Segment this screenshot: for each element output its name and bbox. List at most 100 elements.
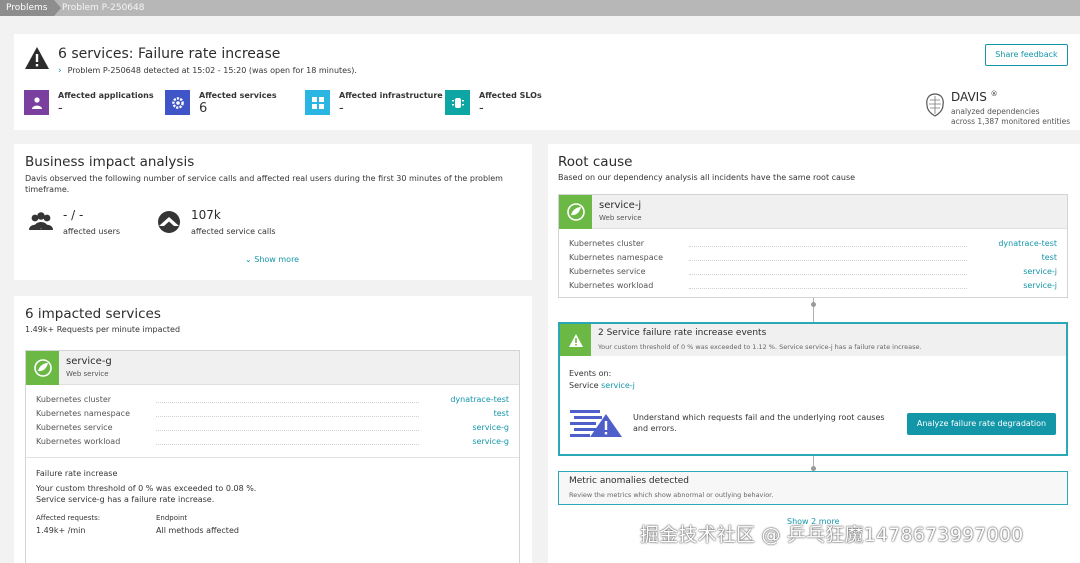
prop-value-link[interactable]: service-g	[472, 423, 509, 432]
prop-value-link[interactable]: service-g	[472, 437, 509, 446]
events-service-link[interactable]: service-j	[601, 381, 635, 390]
connector-dot	[811, 302, 816, 307]
breadcrumb-current: Problem P-250648	[62, 3, 145, 13]
service-prop-namespace: Kubernetes namespace test	[36, 409, 509, 422]
affected-users-label: affected users	[63, 227, 121, 236]
affected-slos-label: Affected SLOs	[479, 91, 542, 100]
problem-subtitle[interactable]: › Problem P-250648 detected at 15:02 - 15…	[58, 66, 357, 76]
service-prop-workload: Kubernetes workload service-g	[36, 437, 509, 450]
impacted-service-card[interactable]: service-g Web service Kubernetes cluster…	[25, 350, 520, 563]
prop-key: Kubernetes namespace	[36, 409, 130, 418]
service-type: Web service	[66, 370, 109, 378]
prop-key: Kubernetes cluster	[36, 395, 112, 404]
prop-value-link[interactable]: service-j	[1023, 267, 1057, 276]
prop-value-link[interactable]: dynatrace-test	[450, 395, 509, 404]
events-service: Service service-j	[569, 381, 635, 390]
spring-service-icon	[26, 351, 59, 385]
failure-events-panel[interactable]: 2 Service failure rate increase events Y…	[558, 322, 1068, 456]
show-more-text: Show more	[254, 255, 300, 264]
service-header[interactable]: service-j Web service	[559, 195, 1067, 229]
prop-key: Kubernetes workload	[36, 437, 121, 446]
affected-services-value: 6	[199, 101, 208, 116]
affected-applications[interactable]: Affected applications -	[24, 90, 164, 116]
impacted-services-subtitle: 1.49k+ Requests per minute impacted	[25, 325, 181, 334]
business-impact-title: Business impact analysis	[25, 154, 195, 170]
service-prop-service: Kubernetes service service-g	[36, 423, 509, 436]
affected-slos-value: -	[479, 101, 484, 116]
page-title: 6 services: Failure rate increase	[58, 46, 281, 62]
root-cause-card: Root cause Based on our dependency analy…	[548, 144, 1080, 563]
events-header[interactable]: 2 Service failure rate increase events Y…	[560, 324, 1066, 356]
davis-summary: DAVIS ® analyzed dependencies across 1,3…	[924, 90, 1074, 126]
prop-key: Kubernetes namespace	[569, 253, 663, 262]
affected-calls-metric: 107k affected service calls	[155, 208, 315, 240]
analyze-failure-rate-button[interactable]: Analyze failure rate degradation	[907, 413, 1056, 435]
affected-infrastructure[interactable]: Affected infrastructure -	[305, 90, 445, 116]
failure-rate-title: Failure rate increase	[36, 469, 118, 478]
affected-services-label: Affected services	[199, 91, 277, 100]
spring-service-icon	[559, 195, 592, 229]
davis-name: DAVIS ®	[951, 90, 998, 104]
problem-detected-text: Problem P-250648 detected at 15:02 - 15:…	[67, 66, 357, 75]
root-cause-subtitle: Based on our dependency analysis all inc…	[558, 173, 856, 182]
service-type: Web service	[599, 214, 642, 222]
affected-users-metric: - / - affected users	[27, 208, 157, 240]
affected-infrastructure-value: -	[339, 101, 344, 116]
endpoint-label: Endpoint	[156, 514, 188, 522]
davis-name-text: DAVIS	[951, 90, 987, 104]
service-name[interactable]: service-g	[66, 356, 112, 367]
affected-requests-value: 1.49k+ /min	[36, 526, 86, 535]
prop-value-link[interactable]: test	[494, 409, 509, 418]
affected-infrastructure-label: Affected infrastructure	[339, 91, 443, 100]
service-prop-namespace: Kubernetes namespace test	[569, 253, 1057, 266]
prop-key: Kubernetes workload	[569, 281, 654, 290]
service-header[interactable]: service-g Web service	[26, 351, 519, 385]
service-prop-service: Kubernetes service service-j	[569, 267, 1057, 280]
service-prop-cluster: Kubernetes cluster dynatrace-test	[36, 395, 509, 408]
metric-anomalies-description: Review the metrics which show abnormal o…	[569, 491, 774, 499]
users-icon	[29, 212, 53, 230]
warning-icon	[560, 324, 591, 356]
metric-anomalies-panel[interactable]: Metric anomalies detected Review the met…	[558, 471, 1068, 505]
root-cause-service-card[interactable]: service-j Web service Kubernetes cluster…	[558, 194, 1068, 298]
events-title: 2 Service failure rate increase events	[598, 328, 767, 338]
impacted-services-card: 6 impacted services 1.49k+ Requests per …	[14, 296, 532, 563]
prop-value-link[interactable]: dynatrace-test	[998, 239, 1057, 248]
affected-services[interactable]: Affected services 6	[165, 90, 305, 116]
affected-users-value: - / -	[63, 208, 84, 222]
watermark: 掘金技术社区 @ 乒乓狂魔1478673997000	[640, 524, 1024, 546]
service-name[interactable]: service-j	[599, 200, 641, 211]
events-service-prefix: Service	[569, 381, 599, 390]
failure-rate-line2: Service service-g has a failure rate inc…	[36, 495, 215, 504]
application-icon	[24, 90, 49, 115]
events-on-label: Events on:	[569, 369, 612, 378]
affected-applications-label: Affected applications	[58, 91, 154, 100]
warning-icon	[25, 47, 49, 69]
understand-text: Understand which requests fail and the u…	[633, 413, 885, 433]
failure-rate-line1: Your custom threshold of 0 % was exceede…	[36, 484, 257, 493]
failure-analysis-illustration-icon	[570, 410, 622, 437]
davis-logo-icon	[926, 93, 944, 117]
davis-line1: analyzed dependencies	[951, 107, 1040, 116]
affected-slos[interactable]: Affected SLOs -	[445, 90, 585, 116]
slo-icon	[445, 90, 470, 115]
prop-key: Kubernetes service	[36, 423, 113, 432]
show-more-link[interactable]: ⌄ Show more	[245, 255, 299, 264]
metric-anomalies-title: Metric anomalies detected	[569, 476, 689, 486]
root-cause-title: Root cause	[558, 154, 633, 170]
chevron-right-icon[interactable]: ›	[58, 66, 62, 76]
davis-registered-mark: ®	[990, 90, 998, 98]
infrastructure-icon	[305, 90, 330, 115]
prop-value-link[interactable]: test	[1042, 253, 1057, 262]
service-prop-cluster: Kubernetes cluster dynatrace-test	[569, 239, 1057, 252]
affected-requests-label: Affected requests:	[36, 514, 101, 522]
share-feedback-button[interactable]: Share feedback	[985, 44, 1068, 66]
service-calls-icon	[158, 211, 180, 233]
affected-calls-label: affected service calls	[191, 227, 276, 236]
prop-value-link[interactable]: service-j	[1023, 281, 1057, 290]
prop-key: Kubernetes service	[569, 267, 646, 276]
affected-applications-value: -	[58, 101, 63, 116]
service-prop-workload: Kubernetes workload service-j	[569, 281, 1057, 294]
breadcrumb-problems[interactable]: Problems	[0, 0, 61, 16]
service-icon	[165, 90, 190, 115]
